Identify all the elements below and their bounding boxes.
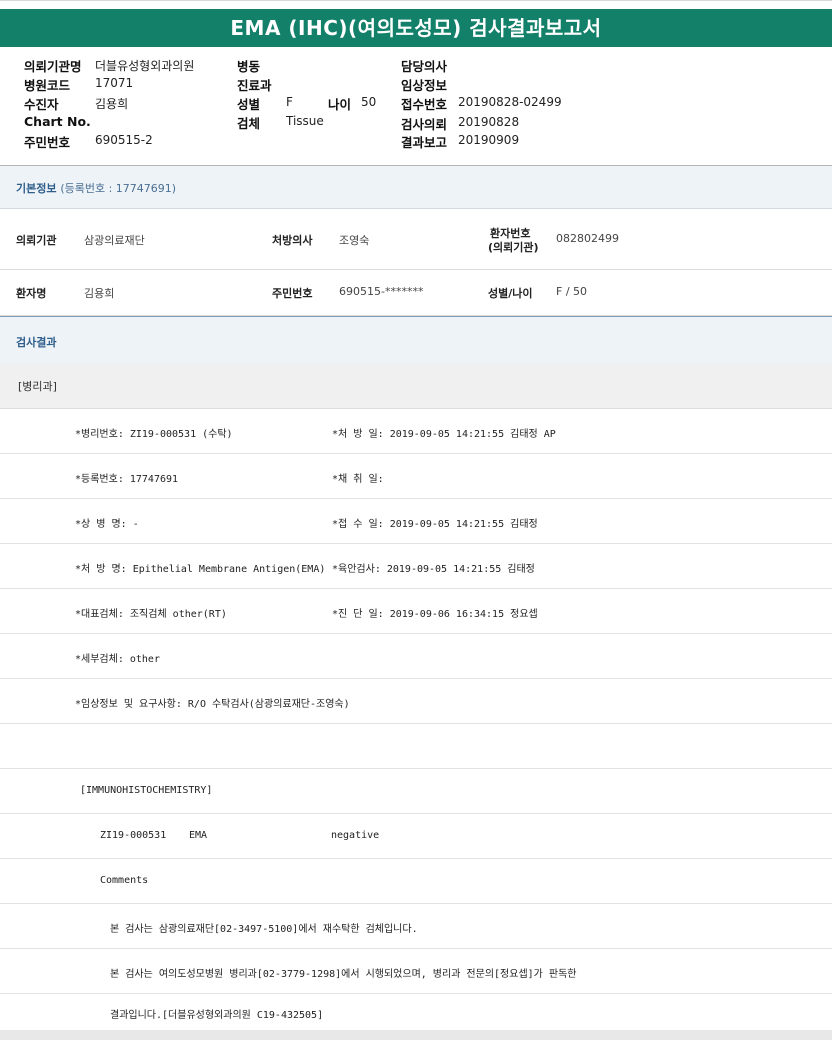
header-value-hospital-code: 17071 bbox=[95, 76, 134, 90]
result-field-right: *접 수 일: 2019-09-05 14:21:55 김태정 bbox=[332, 519, 538, 530]
result-field-left: *세부검체: other bbox=[75, 654, 160, 665]
header-label-specimen: 검체 bbox=[237, 116, 261, 131]
header-label-referring-clinic: 의뢰기관명 bbox=[24, 59, 82, 74]
department-row: [병리과] bbox=[0, 363, 832, 409]
ihc-result: negative bbox=[331, 830, 380, 841]
result-field-left: *병리번호: ZI19-000531 (수탁) bbox=[75, 429, 233, 440]
header-label-request-date: 검사의뢰 bbox=[401, 117, 448, 132]
info-value-resident-no: 690515-******* bbox=[339, 285, 424, 298]
header-value-patient: 김용희 bbox=[95, 97, 129, 111]
comment-text: 본 검사는 삼광의료재단[02-3497-5100]에서 재수탁한 검체입니다. bbox=[110, 924, 418, 935]
result-row: *등록번호: 17747691 *채 취 일: bbox=[0, 454, 832, 499]
header-label-accession-no: 접수번호 bbox=[401, 97, 448, 112]
header-value-age: 50 bbox=[361, 95, 377, 109]
basic-info-label: 기본정보 bbox=[16, 182, 57, 195]
result-field-left: *대표검체: 조직검체 other(RT) bbox=[75, 609, 227, 620]
info-label-sex-age: 성별/나이 bbox=[488, 287, 533, 300]
result-row: *임상정보 및 요구사항: R/O 수탁검사(삼광의료재단-조영숙) bbox=[0, 679, 832, 724]
ihc-header-row: [IMMUNOHISTOCHEMISTRY] bbox=[0, 769, 832, 814]
info-label-referring-org: 의뢰기관 bbox=[16, 234, 57, 247]
info-row-1: 의뢰기관 삼광의료재단 처방의사 조영숙 환자번호 (의뢰기관) 0828024… bbox=[0, 209, 832, 270]
header-value-accession-no: 20190828-02499 bbox=[458, 95, 562, 109]
info-value-referring-org: 삼광의료재단 bbox=[84, 234, 145, 247]
result-field-left: *임상정보 및 요구사항: R/O 수탁검사(삼광의료재단-조영숙) bbox=[75, 699, 350, 710]
comment-row: 결과입니다.[더블유성형외과의원 C19-432505] bbox=[0, 994, 832, 1029]
result-field-left: *등록번호: 17747691 bbox=[75, 474, 179, 485]
result-field-right: *진 단 일: 2019-09-06 16:34:15 정요셉 bbox=[332, 609, 538, 620]
registration-number: (등록번호 : 17747691) bbox=[60, 182, 177, 195]
result-row: *병리번호: ZI19-000531 (수탁) *처 방 일: 2019-09-… bbox=[0, 409, 832, 454]
basic-info-section-header: 기본정보 (등록번호 : 17747691) bbox=[0, 166, 832, 209]
info-value-prescriber: 조영숙 bbox=[339, 234, 370, 247]
result-row: *처 방 명: Epithelial Membrane Antigen(EMA)… bbox=[0, 544, 832, 589]
info-row-2: 환자명 김용희 주민번호 690515-******* 성별/나이 F / 50 bbox=[0, 270, 832, 316]
blank-row bbox=[0, 724, 832, 769]
result-row: *상 병 명: - *접 수 일: 2019-09-05 14:21:55 김태… bbox=[0, 499, 832, 544]
header-value-referring-clinic: 더블유성형외과의원 bbox=[95, 59, 195, 73]
header-label-chart-no: Chart No. bbox=[24, 114, 91, 129]
header-label-ward: 병동 bbox=[237, 59, 261, 74]
info-label-resident-no: 주민번호 bbox=[272, 287, 313, 300]
ihc-result-row: ZI19-000531 EMA negative bbox=[0, 814, 832, 859]
header-value-resident-no: 690515-2 bbox=[95, 133, 153, 147]
header-value-request-date: 20190828 bbox=[458, 115, 520, 129]
header-label-sex: 성별 bbox=[237, 97, 261, 112]
bottom-scroll-area bbox=[0, 1030, 832, 1040]
basic-info-title: 기본정보 (등록번호 : 17747691) bbox=[16, 180, 176, 196]
header-label-clinical-info: 임상정보 bbox=[401, 78, 448, 93]
info-value-sex-age: F / 50 bbox=[556, 285, 588, 298]
header-value-report-date: 20190909 bbox=[458, 133, 520, 147]
results-title: 검사결과 bbox=[16, 336, 57, 349]
ihc-specimen-id: ZI19-000531 bbox=[100, 830, 167, 841]
header-label-physician: 담당의사 bbox=[401, 59, 448, 74]
result-field-left: *처 방 명: Epithelial Membrane Antigen(EMA) bbox=[75, 564, 326, 575]
ihc-marker: EMA bbox=[189, 830, 208, 841]
info-label-patient-name: 환자명 bbox=[16, 287, 47, 300]
header-label-patient: 수진자 bbox=[24, 97, 59, 112]
comments-label: Comments bbox=[100, 875, 149, 886]
header-label-report-date: 결과보고 bbox=[401, 135, 448, 150]
result-field-right: *육안검사: 2019-09-05 14:21:55 김태정 bbox=[332, 564, 535, 575]
report-header: 의뢰기관명 더블유성형외과의원 병원코드 17071 수진자 김용희 Chart… bbox=[0, 47, 832, 167]
header-value-sex: F bbox=[286, 95, 293, 109]
ihc-header: [IMMUNOHISTOCHEMISTRY] bbox=[80, 785, 213, 796]
header-label-department: 진료과 bbox=[237, 78, 272, 93]
result-field-left: *상 병 명: - bbox=[75, 519, 139, 530]
result-field-right: *처 방 일: 2019-09-05 14:21:55 김태정 AP bbox=[332, 429, 556, 440]
report-title: EMA (IHC)(여의도성모) 검사결과보고서 bbox=[0, 9, 832, 47]
header-label-hospital-code: 병원코드 bbox=[24, 78, 71, 93]
department-label: [병리과] bbox=[18, 380, 57, 393]
top-border bbox=[0, 0, 832, 9]
info-label-prescriber: 처방의사 bbox=[272, 234, 313, 247]
info-value-patient-name: 김용희 bbox=[84, 287, 115, 300]
comments-label-row: Comments bbox=[0, 859, 832, 904]
comment-text: 본 검사는 여의도성모병원 병리과[02-3779-1298]에서 시행되었으며… bbox=[110, 969, 577, 980]
result-field-right: *채 취 일: bbox=[332, 474, 384, 485]
header-value-specimen: Tissue bbox=[286, 114, 324, 128]
info-label-patient-no-sub: (의뢰기관) bbox=[488, 241, 539, 254]
comment-text: 결과입니다.[더블유성형외과의원 C19-432505] bbox=[110, 1010, 324, 1021]
result-row: *대표검체: 조직검체 other(RT) *진 단 일: 2019-09-06… bbox=[0, 589, 832, 634]
comment-row: 본 검사는 삼광의료재단[02-3497-5100]에서 재수탁한 검체입니다. bbox=[0, 904, 832, 949]
header-label-resident-no: 주민번호 bbox=[24, 135, 71, 150]
info-value-patient-no: 082802499 bbox=[556, 232, 619, 245]
header-label-age: 나이 bbox=[328, 97, 352, 112]
result-row: *세부검체: other bbox=[0, 634, 832, 679]
results-section-header: 검사결과 bbox=[0, 316, 832, 364]
comment-row: 본 검사는 여의도성모병원 병리과[02-3779-1298]에서 시행되었으며… bbox=[0, 949, 832, 994]
